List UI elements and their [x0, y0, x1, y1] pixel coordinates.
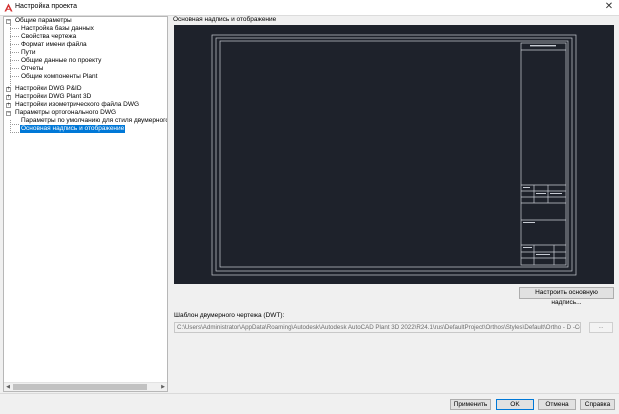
drawing-frame-preview	[211, 34, 577, 276]
template-label: Шаблон двумерного чертежа (DWT):	[174, 312, 285, 319]
tree-item-general[interactable]: − Общие параметры	[5, 17, 73, 25]
expand-icon[interactable]: +	[6, 102, 11, 108]
tree-item-label: Общие данные по проекту	[21, 57, 102, 64]
help-button[interactable]: Справка	[580, 399, 615, 410]
tree-connector	[10, 132, 19, 133]
tree-connector	[10, 52, 19, 53]
tree-item-pid-settings[interactable]: + Настройки DWG P&ID	[5, 85, 83, 93]
expand-icon[interactable]: +	[6, 86, 11, 92]
tree-item-reports[interactable]: Отчеты	[20, 65, 44, 73]
tree-connector	[10, 124, 19, 125]
scroll-left-icon[interactable]: ◀	[4, 383, 12, 391]
tree-item-label: Свойства чертежа	[21, 33, 77, 40]
section-title: Основная надпись и отображение	[173, 16, 277, 23]
tree-item-label: Пути	[21, 49, 36, 56]
tree-item-label: Настройки DWG Plant 3D	[15, 93, 92, 100]
collapse-icon[interactable]: −	[6, 110, 11, 116]
tree-item-ortho-defaults[interactable]: Параметры по умолчанию для стиля двумерн…	[20, 117, 168, 125]
settings-tree[interactable]: − Общие параметры Настройка базы данных …	[3, 16, 168, 392]
tree-item-database-setup[interactable]: Настройка базы данных	[20, 25, 95, 33]
horizontal-scrollbar[interactable]: ◀ ▶	[4, 382, 167, 391]
tree-item-label: Настройка базы данных	[21, 25, 94, 32]
tree-item-label: Формат имени файла	[21, 41, 87, 48]
cancel-button[interactable]: Отмена	[538, 399, 576, 410]
tree-item-plant-components[interactable]: Общие компоненты Plant	[20, 73, 98, 81]
tree-connector	[10, 76, 19, 77]
title-bar: Настройка проекта ✕	[0, 0, 619, 16]
tree-item-file-name-format[interactable]: Формат имени файла	[20, 41, 88, 49]
tree-item-label: Общие компоненты Plant	[21, 73, 98, 80]
tree-connector	[10, 24, 11, 88]
expand-icon[interactable]: +	[6, 94, 11, 100]
template-path-field[interactable]: C:\Users\Administrator\AppData\Roaming\A…	[174, 322, 581, 333]
tree-item-paths[interactable]: Пути	[20, 49, 37, 57]
tree-item-drawing-properties[interactable]: Свойства чертежа	[20, 33, 77, 41]
tree-connector	[10, 28, 19, 29]
tree-item-project-data[interactable]: Общие данные по проекту	[20, 57, 102, 65]
footer-divider	[0, 393, 619, 394]
autocad-logo-icon	[4, 3, 13, 12]
ok-button[interactable]: OK	[496, 399, 534, 410]
tree-item-label: Отчеты	[21, 65, 44, 72]
collapse-icon[interactable]: −	[6, 18, 11, 24]
tree-connector	[10, 68, 19, 69]
apply-button[interactable]: Применить	[450, 399, 491, 410]
tree-item-label: Общие параметры	[15, 17, 72, 24]
tree-connector	[10, 60, 19, 61]
configure-titleblock-button[interactable]: Настроить основную надпись...	[519, 287, 614, 306]
tree-connector	[10, 44, 19, 45]
close-button[interactable]: ✕	[603, 1, 615, 13]
tree-item-titleblock-display[interactable]: Основная надпись и отображение	[20, 125, 126, 133]
tree-item-plant3d-settings[interactable]: + Настройки DWG Plant 3D	[5, 93, 92, 101]
tree-item-label: Настройки DWG P&ID	[15, 85, 82, 92]
titleblock-preview	[174, 25, 614, 284]
tree-connector	[10, 36, 19, 37]
tree-item-label: Настройки изометрического файла DWG	[15, 101, 140, 108]
tree-item-ortho-settings[interactable]: − Параметры ортогонального DWG	[5, 109, 117, 117]
browse-button[interactable]: ...	[589, 322, 613, 333]
tree-item-label: Параметры по умолчанию для стиля двумерн…	[21, 117, 168, 124]
tree-item-label-selected: Основная надпись и отображение	[20, 125, 126, 133]
tree-item-iso-settings[interactable]: + Настройки изометрического файла DWG	[5, 101, 140, 109]
scroll-right-icon[interactable]: ▶	[159, 383, 167, 391]
window-title: Настройка проекта	[15, 3, 78, 10]
scrollbar-thumb[interactable]	[13, 384, 147, 390]
tree-item-label: Параметры ортогонального DWG	[15, 109, 117, 116]
